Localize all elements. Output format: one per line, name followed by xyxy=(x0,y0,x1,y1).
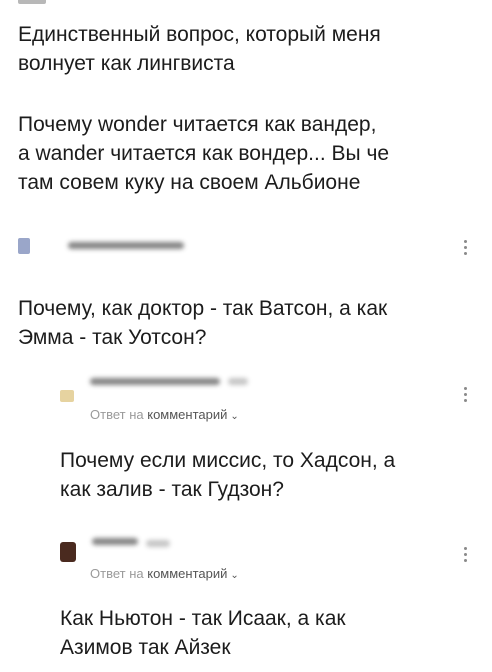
reply-to-comment-link[interactable]: комментарий xyxy=(147,566,227,581)
more-vertical-icon[interactable] xyxy=(464,547,468,562)
comment-text: Почему, как доктор - так Ватсон, а как Э… xyxy=(18,297,388,349)
reply-meta: Ответ на комментарий ⌄ xyxy=(90,407,239,422)
reply-text: Как Ньютон - так Исаак, а как Азимов так… xyxy=(60,607,346,659)
comment: Почему, как доктор - так Ватсон, а как Э… xyxy=(0,228,492,358)
reply: Ответ на комментарий ⌄ Как Ньютон - так И… xyxy=(0,530,492,672)
more-vertical-icon[interactable] xyxy=(464,240,468,255)
more-vertical-icon[interactable] xyxy=(464,387,468,402)
avatar[interactable] xyxy=(60,390,74,402)
reply-to-comment-link[interactable]: комментарий xyxy=(147,407,227,422)
reply-meta: Ответ на комментарий ⌄ xyxy=(90,566,239,581)
reply-meta-prefix: Ответ на xyxy=(90,566,144,581)
author-name-blurred[interactable] xyxy=(92,538,138,545)
author-badge-blurred xyxy=(228,378,248,385)
post-question-text: Единственный вопрос, который меня волнуе… xyxy=(18,23,381,75)
author-name-blurred[interactable] xyxy=(68,242,184,249)
reply-meta-prefix: Ответ на xyxy=(90,407,144,422)
avatar[interactable] xyxy=(60,542,76,562)
author-name-blurred[interactable] xyxy=(90,378,220,385)
avatar[interactable] xyxy=(18,238,30,254)
reply: Ответ на комментарий ⌄ Почему если миссис… xyxy=(0,370,492,520)
chevron-down-icon[interactable]: ⌄ xyxy=(230,411,238,422)
chevron-down-icon[interactable]: ⌄ xyxy=(230,570,238,581)
reply-text: Почему если миссис, то Хадсон, а как зал… xyxy=(60,449,396,501)
post-body-text: Почему wonder читается как вандер, а wan… xyxy=(18,113,390,194)
author-badge-blurred xyxy=(146,540,170,547)
previous-item-fragment xyxy=(18,0,46,4)
